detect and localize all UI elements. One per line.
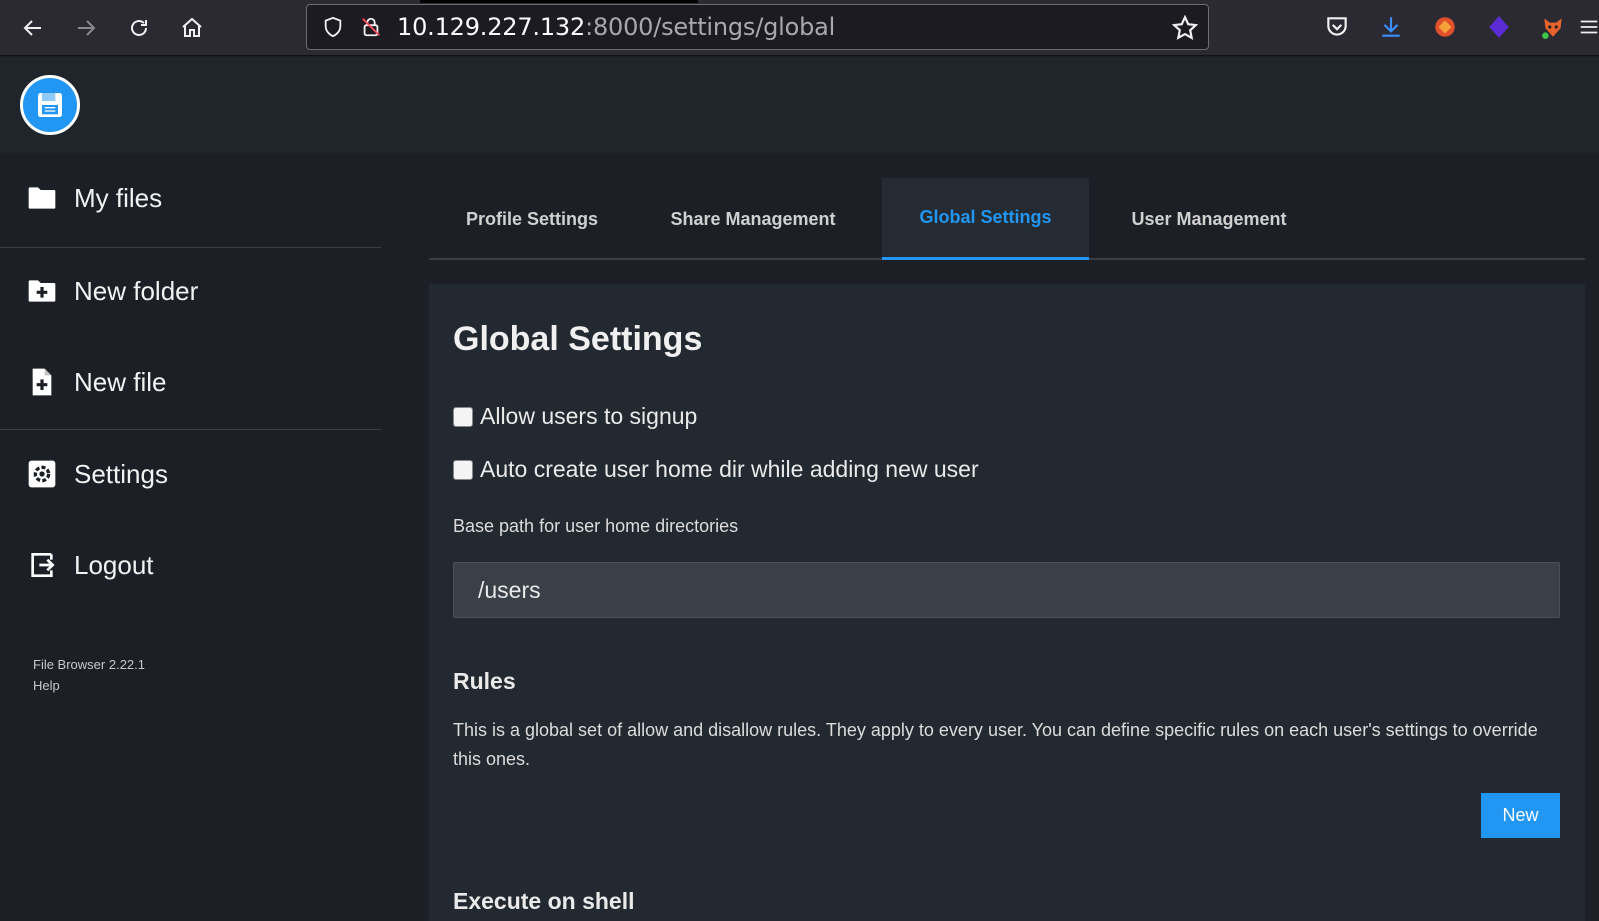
home-icon [182,17,202,37]
sidebar-divider [0,429,381,430]
logout-icon [26,549,58,581]
app-logo[interactable] [20,75,80,135]
forward-arrow-icon [78,19,96,36]
sidebar-item-label: Logout [74,549,154,580]
app-header [0,57,1599,154]
sidebar-footer: File Browser 2.22.1 Help [33,654,145,696]
allow-signup-row[interactable]: Allow users to signup [453,403,697,430]
sidebar-item-label: New folder [74,275,199,306]
home-button[interactable] [172,8,212,48]
sidebar-item-logout[interactable]: Logout [0,529,381,601]
sidebar-item-new-folder[interactable]: New folder [0,255,381,327]
rules-description: This is a global set of allow and disall… [453,720,1538,769]
sidebar-item-label: New file [74,366,167,397]
sidebar-item-my-files[interactable]: My files [0,162,381,234]
bookmark-star-icon[interactable] [1172,15,1198,41]
execute-on-shell-title: Execute on shell [453,888,635,914]
shield-icon[interactable] [321,15,345,39]
sidebar-item-label: Settings [74,458,168,489]
sidebar-item-new-file[interactable]: New file [0,346,381,418]
rules-title: Rules [453,668,516,694]
sidebar-item-settings[interactable]: Settings [0,438,381,510]
help-link[interactable]: Help [33,675,145,696]
sidebar-divider [0,247,381,248]
menu-icon[interactable] [1578,12,1599,42]
browser-toolbar: 10.129.227.132:8000/settings/global [0,0,1599,56]
folder-plus-icon [26,275,58,307]
active-tab-indicator [420,0,698,3]
extension-icon[interactable] [1484,12,1514,42]
base-path-input[interactable] [453,562,1560,618]
sidebar: My files New folder New file Settings Lo… [0,154,381,921]
auto-create-home-label: Auto create user home dir while adding n… [480,456,979,482]
reload-button[interactable] [119,8,159,48]
extension-icon[interactable] [1538,12,1568,42]
allow-signup-checkbox[interactable] [453,406,473,427]
reload-icon [131,19,147,36]
url-text[interactable]: 10.129.227.132:8000/settings/global [397,13,835,41]
settings-tabs: Profile Settings Share Management Global… [429,178,1585,260]
file-plus-icon [26,366,58,398]
back-arrow-icon [23,19,41,36]
tab-global-settings[interactable]: Global Settings [882,178,1089,260]
folder-icon [26,182,58,214]
tab-user-management[interactable]: User Management [1089,178,1329,260]
version-text: File Browser 2.22.1 [33,657,145,672]
gear-icon [26,458,58,490]
insecure-lock-icon[interactable] [359,15,383,39]
new-rule-button[interactable]: New [1481,793,1560,838]
url-bar[interactable]: 10.129.227.132:8000/settings/global [306,4,1209,50]
auto-create-home-row[interactable]: Auto create user home dir while adding n… [453,456,979,483]
extension-icon[interactable] [1430,12,1460,42]
tab-share-management[interactable]: Share Management [635,178,871,260]
tab-profile-settings[interactable]: Profile Settings [429,178,635,260]
pocket-icon[interactable] [1322,12,1352,42]
page-title: Global Settings [453,320,703,358]
download-icon[interactable] [1376,12,1406,42]
auto-create-home-checkbox[interactable] [453,459,473,480]
global-settings-card: Global Settings Allow users to signup Au… [429,284,1585,921]
forward-button[interactable] [66,8,106,48]
back-button[interactable] [13,8,53,48]
floppy-disk-icon [38,93,62,117]
allow-signup-label: Allow users to signup [480,403,698,429]
sidebar-item-label: My files [74,182,163,213]
base-path-label: Base path for user home directories [453,516,739,536]
